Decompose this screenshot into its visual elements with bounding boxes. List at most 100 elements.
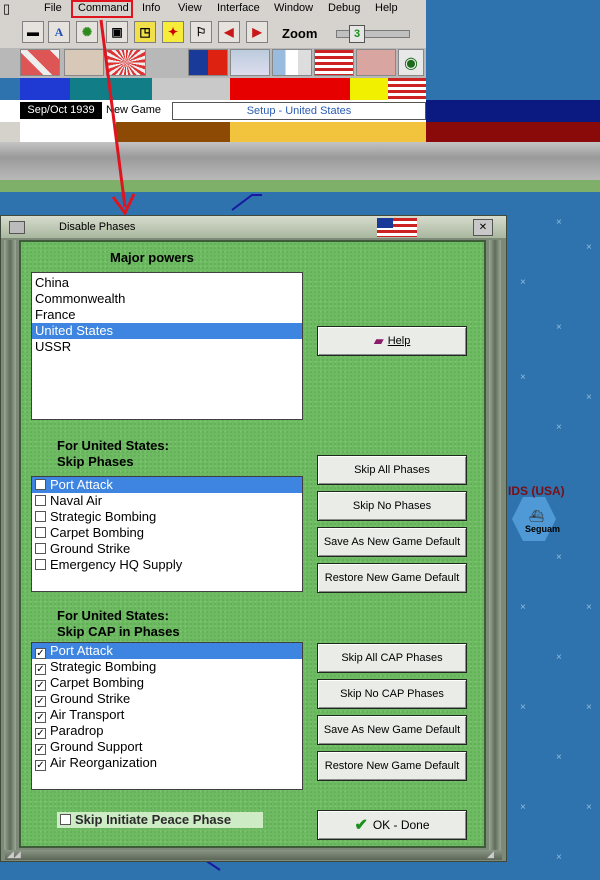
list-item[interactable]: ✓ Paradrop xyxy=(32,723,302,739)
skip-all-phases-button[interactable]: Skip All Phases xyxy=(317,455,467,485)
skip-phases-list[interactable]: Port Attack Naval Air Strategic Bombing … xyxy=(31,476,303,592)
tank-icon[interactable]: ▬ xyxy=(22,21,44,43)
menu-view[interactable]: View xyxy=(178,2,202,14)
list-item-label: Port Attack xyxy=(50,477,113,492)
save-default-button[interactable]: Save As New Game Default xyxy=(317,527,467,557)
list-item-label: Strategic Bombing xyxy=(50,659,157,674)
checkbox-checked[interactable]: ✓ xyxy=(35,648,46,659)
list-item[interactable]: ✓ Carpet Bombing xyxy=(32,675,302,691)
menu-interface[interactable]: Interface xyxy=(217,2,260,14)
checkbox[interactable] xyxy=(35,479,46,490)
list-item-label: Naval Air xyxy=(50,493,103,508)
checkbox-checked[interactable]: ✓ xyxy=(35,680,46,691)
list-item[interactable]: Strategic Bombing xyxy=(32,509,302,525)
resize-grip-icon[interactable]: ◢◢ xyxy=(7,849,21,860)
skip-no-cap-button[interactable]: Skip No CAP Phases xyxy=(317,679,467,709)
turn-date: Sep/Oct 1939 xyxy=(20,102,102,119)
flag-button-usa[interactable] xyxy=(314,49,354,76)
skip-peace-option[interactable]: Skip Initiate Peace Phase xyxy=(57,812,263,828)
dialog-titlebar[interactable]: Disable Phases ✕ xyxy=(1,216,506,238)
flag-button-4[interactable] xyxy=(188,49,228,76)
skip-phases-heading-2: Skip Phases xyxy=(57,454,134,469)
list-item-label: Air Transport xyxy=(50,707,125,722)
close-icon[interactable]: ✕ xyxy=(473,219,493,236)
flag-button-1[interactable] xyxy=(20,49,60,76)
menu-window[interactable]: Window xyxy=(274,2,313,14)
right-frame xyxy=(489,240,501,850)
list-item[interactable]: ✓ Ground Support xyxy=(32,739,302,755)
checkbox-checked[interactable]: ✓ xyxy=(35,712,46,723)
checkbox[interactable] xyxy=(60,814,71,825)
list-item[interactable]: ✓ Air Reorganization xyxy=(32,755,302,771)
list-item-selected[interactable]: United States xyxy=(32,323,302,339)
hex-label-seguam: Seguam xyxy=(525,524,561,534)
list-item[interactable]: France xyxy=(32,307,302,323)
flag-button-3[interactable] xyxy=(106,49,146,76)
usa-flag-icon xyxy=(377,218,417,237)
font-icon[interactable]: A xyxy=(48,21,70,43)
note-icon[interactable]: ◳ xyxy=(134,21,156,43)
resize-grip-icon[interactable]: ◢ xyxy=(487,849,494,860)
major-powers-list[interactable]: China Commonwealth France United States … xyxy=(31,272,303,420)
skip-no-phases-button[interactable]: Skip No Phases xyxy=(317,491,467,521)
help-button-label: Help xyxy=(387,335,411,347)
color-bar xyxy=(0,78,426,100)
checkbox[interactable] xyxy=(35,495,46,506)
save-default-cap-button[interactable]: Save As New Game Default xyxy=(317,715,467,745)
checkbox[interactable] xyxy=(35,543,46,554)
list-item[interactable]: Ground Strike xyxy=(32,541,302,557)
list-item-selected[interactable]: ✓ Port Attack xyxy=(32,643,302,659)
checkbox[interactable] xyxy=(35,511,46,522)
menu-file[interactable]: File xyxy=(44,2,62,14)
menu-debug[interactable]: Debug xyxy=(328,2,360,14)
checkbox-checked[interactable]: ✓ xyxy=(35,728,46,739)
list-item[interactable]: Commonwealth xyxy=(32,291,302,307)
game-type-label: New Game xyxy=(106,104,162,116)
secondary-color-row xyxy=(0,122,600,142)
flag-button-6[interactable] xyxy=(272,49,312,76)
list-item-label: Ground Support xyxy=(50,739,143,754)
list-item[interactable]: Naval Air xyxy=(32,493,302,509)
list-item[interactable]: China xyxy=(32,275,302,291)
checkbox-checked[interactable]: ✓ xyxy=(35,696,46,707)
restore-default-button[interactable]: Restore New Game Default xyxy=(317,563,467,593)
checkbox-checked[interactable]: ✓ xyxy=(35,664,46,675)
list-item[interactable]: Emergency HQ Supply xyxy=(32,557,302,573)
ok-done-button[interactable]: ✔ OK - Done xyxy=(317,810,467,840)
list-item-selected[interactable]: Port Attack xyxy=(32,477,302,493)
disable-phases-dialog: Disable Phases ✕ Major powers China Comm… xyxy=(0,215,507,862)
menu-info[interactable]: Info xyxy=(142,2,160,14)
skip-all-cap-button[interactable]: Skip All CAP Phases xyxy=(317,643,467,673)
arrow-right-icon[interactable]: ▶ xyxy=(246,21,268,43)
list-item[interactable]: USSR xyxy=(32,339,302,355)
window-menu-icon[interactable] xyxy=(9,221,25,234)
help-button[interactable]: ▰ Help xyxy=(317,326,467,356)
list-item-label: Emergency HQ Supply xyxy=(50,557,183,572)
menu-help[interactable]: Help xyxy=(375,2,398,14)
menu-command[interactable]: Command xyxy=(78,2,129,14)
list-item[interactable]: ✓ Strategic Bombing xyxy=(32,659,302,675)
flag-button-8[interactable] xyxy=(356,49,396,76)
restore-default-cap-button[interactable]: Restore New Game Default xyxy=(317,751,467,781)
checkbox-checked[interactable]: ✓ xyxy=(35,744,46,755)
flag-icon[interactable]: ⚐ xyxy=(190,21,212,43)
skip-cap-list[interactable]: ✓ Port Attack ✓ Strategic Bombing ✓ Carpet … xyxy=(31,642,303,790)
checkbox-checked[interactable]: ✓ xyxy=(35,760,46,771)
zoom-slider-thumb[interactable]: 3 xyxy=(349,25,365,43)
list-item[interactable]: ✓ Ground Strike xyxy=(32,691,302,707)
list-item[interactable]: Carpet Bombing xyxy=(32,525,302,541)
save-icon[interactable]: ▣ xyxy=(106,21,128,43)
checkbox[interactable] xyxy=(35,559,46,570)
list-item[interactable]: ✓ Air Transport xyxy=(32,707,302,723)
checkbox[interactable] xyxy=(35,527,46,538)
globe-icon[interactable]: ◉ xyxy=(398,49,424,76)
flag-button-2[interactable] xyxy=(64,49,104,76)
setup-status-field: Setup - United States xyxy=(172,102,426,120)
list-item-label: Ground Strike xyxy=(50,691,131,706)
zoom-slider-track[interactable] xyxy=(336,30,410,38)
gear-icon[interactable]: ✺ xyxy=(76,21,98,43)
arrow-left-icon[interactable]: ◀ xyxy=(218,21,240,43)
flag-button-5[interactable] xyxy=(230,49,270,76)
marker-icon[interactable]: ✦ xyxy=(162,21,184,43)
list-item-label: Port Attack xyxy=(50,643,113,658)
